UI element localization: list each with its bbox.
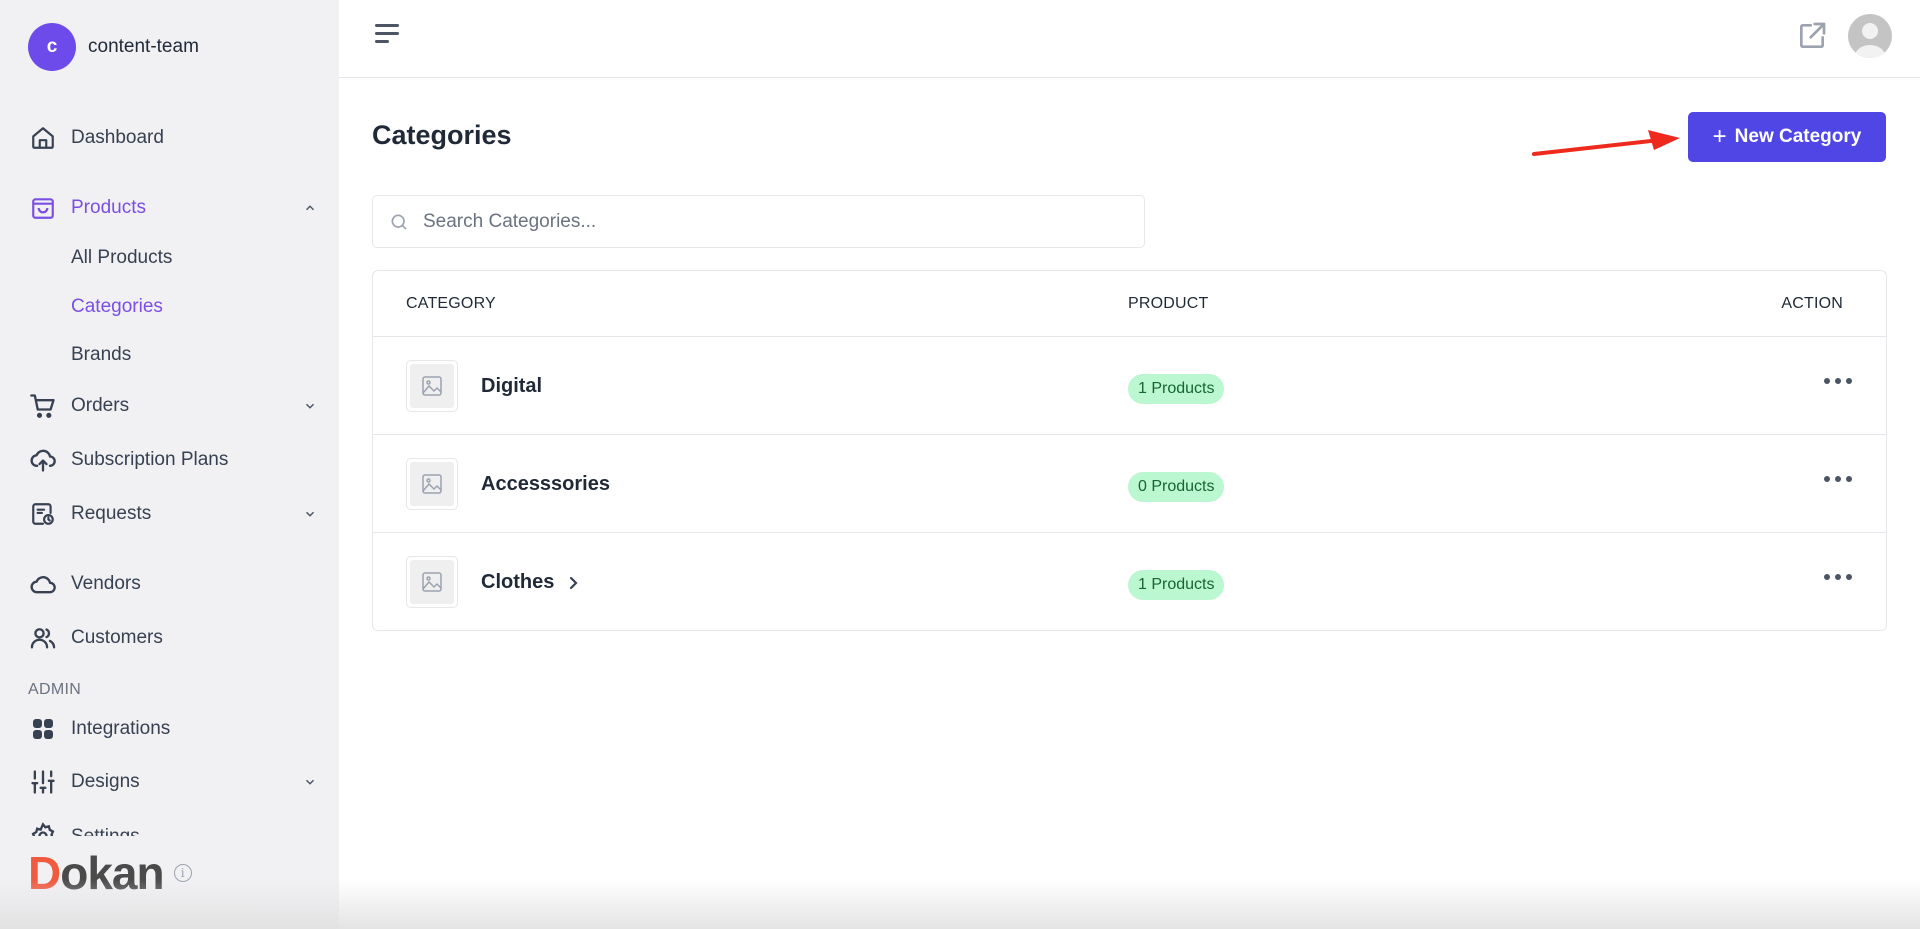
- category-name[interactable]: Accesssories: [481, 473, 610, 496]
- sidebar-item-integrations[interactable]: Integrations: [28, 711, 318, 747]
- table-row: Accesssories 0 Products: [373, 435, 1886, 533]
- sidebar-item-label: Integrations: [71, 718, 171, 739]
- sidebar-item-requests[interactable]: Requests: [28, 496, 318, 532]
- chevron-down-icon[interactable]: [302, 506, 318, 522]
- sidebar-item-products[interactable]: Products: [28, 190, 318, 226]
- chevron-down-icon[interactable]: [302, 774, 318, 790]
- more-actions-icon[interactable]: [1824, 469, 1852, 489]
- category-thumbnail: [406, 360, 458, 412]
- image-placeholder-icon: [422, 572, 442, 592]
- search-box: [372, 195, 1145, 248]
- sidebar: c content-team Dashboard Products All Pr…: [0, 0, 339, 929]
- category-thumbnail: [406, 556, 458, 608]
- table-row: Digital 1 Products: [373, 337, 1886, 435]
- image-placeholder-icon: [422, 376, 442, 396]
- category-thumbnail: [406, 458, 458, 510]
- product-count-badge: 1 Products: [1128, 570, 1225, 600]
- topbar: [339, 0, 1920, 78]
- cloud-icon: [28, 569, 58, 599]
- sidebar-item-dashboard[interactable]: Dashboard: [28, 120, 318, 156]
- gear-icon: [28, 822, 58, 836]
- sliders-icon: [28, 767, 58, 797]
- sidebar-item-label: Designs: [71, 771, 140, 792]
- cloud-upload-icon: [28, 445, 58, 475]
- product-count-badge: 0 Products: [1128, 472, 1225, 502]
- admin-section-label: ADMIN: [28, 681, 82, 698]
- request-clock-icon: [28, 499, 58, 529]
- column-header-product: PRODUCT: [1128, 295, 1209, 312]
- sidebar-subitem-all-products[interactable]: All Products: [71, 247, 172, 269]
- hamburger-icon[interactable]: [375, 24, 403, 48]
- category-name[interactable]: Clothes: [481, 571, 554, 594]
- table-header: CATEGORY PRODUCT ACTION: [373, 271, 1886, 337]
- sidebar-item-customers[interactable]: Customers: [28, 620, 318, 656]
- more-actions-icon[interactable]: [1824, 567, 1852, 587]
- info-icon[interactable]: i: [173, 864, 192, 882]
- search-input[interactable]: [423, 210, 1103, 233]
- sidebar-item-label: Settings: [71, 822, 140, 836]
- sidebar-item-label: Orders: [71, 395, 130, 416]
- home-icon: [28, 123, 58, 153]
- grid-icon: [28, 714, 58, 744]
- column-header-category: CATEGORY: [406, 295, 496, 312]
- sidebar-item-label: Requests: [71, 503, 152, 524]
- shopping-bag-icon: [28, 193, 58, 223]
- column-header-action: ACTION: [1781, 295, 1843, 312]
- sidebar-item-vendors[interactable]: Vendors: [28, 566, 318, 602]
- annotation-arrow: [1532, 130, 1680, 156]
- product-count-badge: 1 Products: [1128, 374, 1225, 404]
- user-avatar-icon[interactable]: [1848, 14, 1892, 58]
- dokan-logo: Dokan i: [28, 850, 192, 896]
- sidebar-subitem-brands[interactable]: Brands: [71, 344, 131, 366]
- workspace-name: content-team: [88, 36, 199, 57]
- users-icon: [28, 623, 58, 653]
- logo-letter-d: D: [28, 847, 61, 899]
- page-title: Categories: [372, 120, 512, 150]
- sidebar-item-label: Products: [71, 197, 146, 218]
- sidebar-item-subscription-plans[interactable]: Subscription Plans: [28, 442, 318, 478]
- category-name[interactable]: Digital: [481, 375, 542, 398]
- chevron-up-icon[interactable]: [302, 200, 318, 216]
- cart-icon: [28, 391, 58, 421]
- external-link-icon[interactable]: [1796, 20, 1828, 52]
- sidebar-item-orders[interactable]: Orders: [28, 388, 318, 424]
- new-category-label: New Category: [1734, 126, 1862, 147]
- workspace-avatar: c: [28, 23, 76, 71]
- image-placeholder-icon: [422, 474, 442, 494]
- search-icon: [389, 212, 409, 232]
- sidebar-item-settings[interactable]: Settings: [28, 822, 328, 836]
- table-row: Clothes 1 Products: [373, 533, 1886, 631]
- sidebar-item-label: Dashboard: [71, 127, 164, 148]
- chevron-down-icon[interactable]: [302, 398, 318, 414]
- sidebar-subitem-categories[interactable]: Categories: [71, 296, 163, 318]
- sidebar-item-label: Vendors: [71, 573, 141, 594]
- workspace-switcher[interactable]: c content-team: [28, 23, 199, 71]
- sidebar-item-designs[interactable]: Designs: [28, 764, 318, 800]
- logo-text: okan: [60, 847, 164, 899]
- sidebar-item-label: Customers: [71, 627, 163, 648]
- sidebar-item-label: Subscription Plans: [71, 449, 229, 470]
- new-category-button[interactable]: + New Category: [1688, 112, 1886, 162]
- plus-icon: +: [1712, 123, 1727, 150]
- categories-table: CATEGORY PRODUCT ACTION Digital 1 Produc…: [372, 270, 1887, 631]
- more-actions-icon[interactable]: [1824, 371, 1852, 391]
- chevron-right-icon[interactable]: [566, 573, 582, 593]
